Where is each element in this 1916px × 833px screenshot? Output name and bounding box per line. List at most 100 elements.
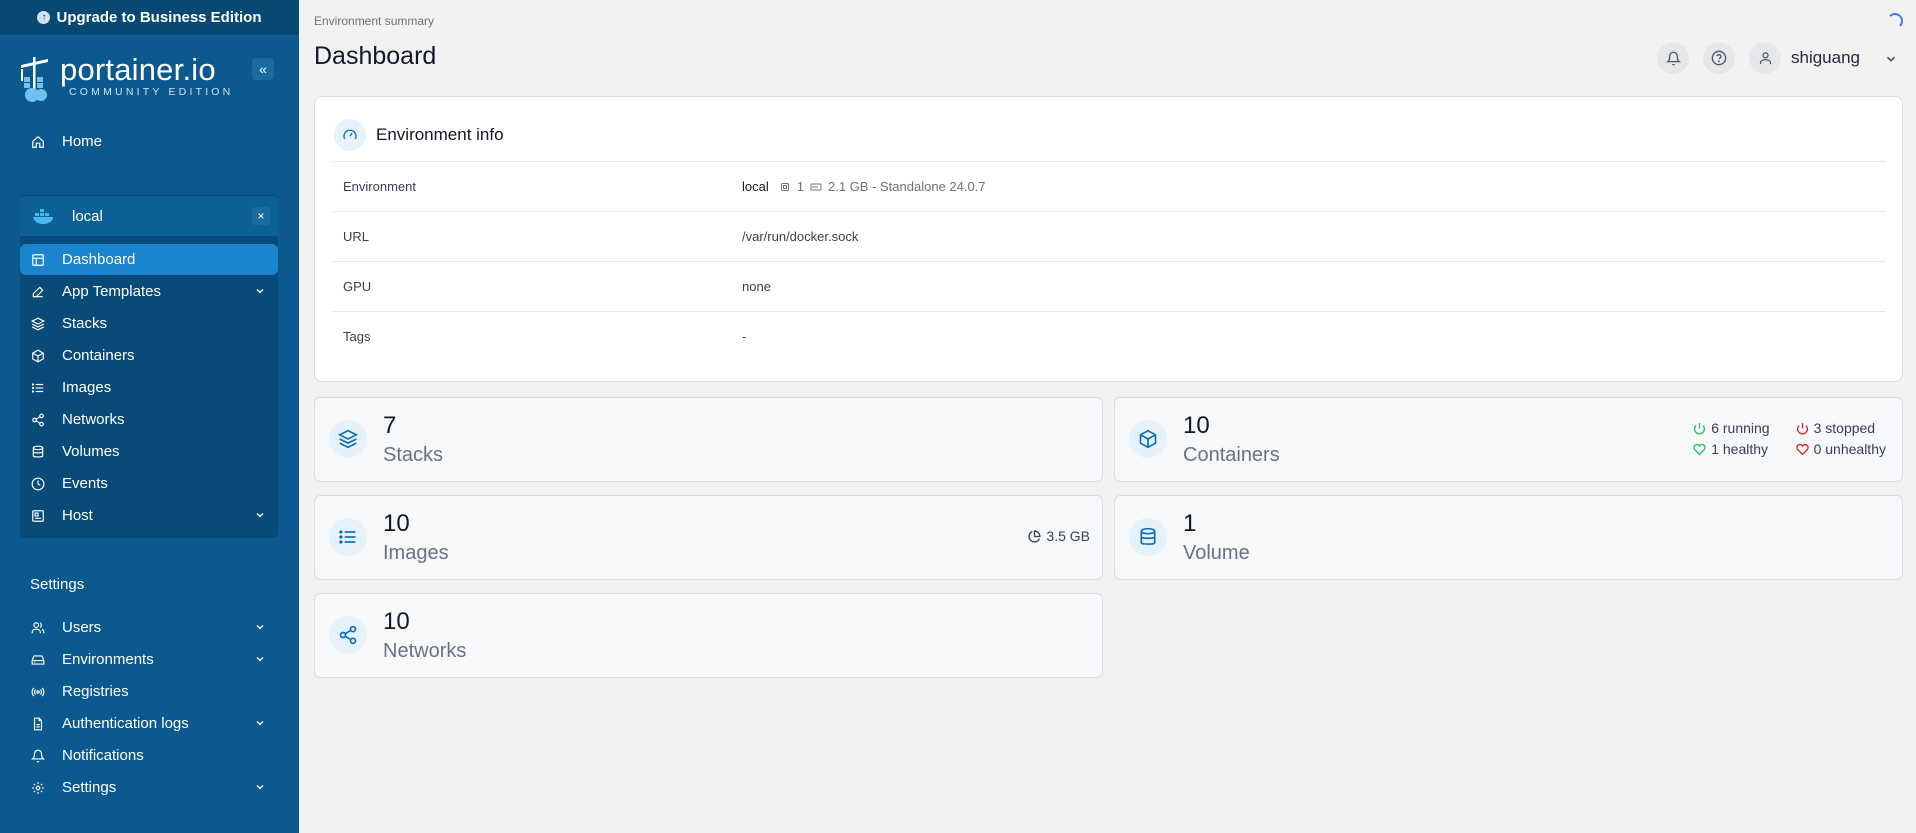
chevron-down-icon <box>256 657 264 662</box>
networks-label: Networks <box>383 640 467 662</box>
upgrade-label: Upgrade to Business Edition <box>56 8 262 26</box>
networks-tile[interactable]: 10 Networks <box>314 593 1103 678</box>
docker-icon <box>32 207 56 225</box>
environment-info-card: Environment info Environment local 1 2.1… <box>314 96 1903 382</box>
heart-icon <box>1693 443 1706 455</box>
running-badge: 6 running <box>1693 420 1770 436</box>
brand-edition: COMMUNITY EDITION <box>69 86 234 98</box>
page-title: Dashboard <box>314 42 437 70</box>
sidebar-item-events[interactable]: Events <box>20 468 278 499</box>
memory-info: 2.1 GB - Standalone 24.0.7 <box>827 179 986 194</box>
chevron-down-icon <box>256 625 264 630</box>
sidebar-item-registries[interactable]: Registries <box>20 676 278 707</box>
clock-icon <box>30 476 46 492</box>
upgrade-banner[interactable]: ↑ Upgrade to Business Edition <box>0 0 299 35</box>
bell-icon <box>30 748 46 764</box>
memory-icon <box>810 183 822 190</box>
chevron-down-icon[interactable] <box>1884 52 1898 66</box>
environment-header: local × <box>20 196 278 236</box>
power-icon <box>1796 422 1808 434</box>
containers-tile[interactable]: 10 Containers 6 running 3 stopped 1 heal… <box>1114 397 1903 482</box>
sidebar-item-dashboard[interactable]: Dashboard <box>20 244 278 275</box>
environment-value: local <box>742 179 769 194</box>
close-icon: × <box>257 209 265 223</box>
info-row-environment: Environment local 1 2.1 GB - Standalone … <box>333 161 1886 211</box>
info-key: Tags <box>343 329 371 344</box>
stacks-tile[interactable]: 7 Stacks <box>314 397 1103 482</box>
containers-label: Containers <box>1183 444 1280 466</box>
chevron-down-icon <box>256 721 264 726</box>
users-icon <box>30 620 46 636</box>
images-tile[interactable]: 10 Images 3.5 GB <box>314 495 1103 580</box>
sidebar-item-networks[interactable]: Networks <box>20 404 278 435</box>
help-circle-icon <box>1711 50 1727 66</box>
sidebar-item-label: Images <box>62 379 112 396</box>
sidebar-item-notifications[interactable]: Notifications <box>20 740 278 771</box>
sidebar-item-label: Users <box>62 619 102 636</box>
sidebar-item-label: Dashboard <box>62 251 136 268</box>
help-button[interactable] <box>1703 42 1735 74</box>
sidebar-item-host[interactable]: Host <box>20 500 278 531</box>
unhealthy-badge: 0 unhealthy <box>1795 441 1886 457</box>
radio-icon <box>30 684 46 700</box>
container-status-badges: 6 running 3 stopped 1 healthy 0 unhealth… <box>1693 420 1886 457</box>
info-key: GPU <box>343 279 372 294</box>
chevron-down-icon <box>256 513 264 518</box>
user-avatar[interactable] <box>1749 42 1781 74</box>
username[interactable]: shiguang <box>1791 48 1860 68</box>
stopped-badge: 3 stopped <box>1796 420 1886 436</box>
database-icon <box>1129 518 1167 556</box>
file-icon <box>30 716 46 732</box>
sidebar-item-label: App Templates <box>62 283 161 300</box>
sidebar-item-label: Authentication logs <box>62 715 189 732</box>
containers-count: 10 <box>1183 412 1210 439</box>
heart-icon <box>1795 443 1809 455</box>
sidebar-item-label: Stacks <box>62 315 108 332</box>
environment-info-title: Environment info <box>334 119 504 151</box>
bell-icon <box>1665 51 1681 65</box>
sidebar-item-label: Events <box>62 475 108 492</box>
images-count: 10 <box>383 510 410 537</box>
sidebar-item-images[interactable]: Images <box>20 372 278 403</box>
close-environment-button[interactable]: × <box>252 207 270 225</box>
sidebar-item-label: Host <box>62 507 93 524</box>
box-icon <box>30 348 46 364</box>
edit-icon <box>30 284 46 300</box>
sidebar-item-environments[interactable]: Environments <box>20 644 278 675</box>
info-value: /var/run/docker.sock <box>742 229 859 244</box>
environment-name: local <box>72 207 103 225</box>
info-key: Environment <box>343 179 416 194</box>
gear-icon <box>30 780 46 796</box>
sidebar-item-users[interactable]: Users <box>20 612 278 643</box>
collapse-sidebar-button[interactable]: « <box>252 58 274 80</box>
main-content: Environment summary Dashboard shiguang E… <box>299 0 1916 833</box>
sidebar-item-containers[interactable]: Containers <box>20 340 278 371</box>
sidebar-item-authentication-logs[interactable]: Authentication logs <box>20 708 278 739</box>
sidebar-item-settings[interactable]: Settings <box>20 772 278 803</box>
chevron-down-icon <box>256 289 264 294</box>
volumes-tile[interactable]: 1 Volume <box>1114 495 1903 580</box>
chevron-down-icon <box>256 785 264 790</box>
sidebar-item-label: Containers <box>62 347 135 364</box>
sidebar-item-label: Registries <box>62 683 129 700</box>
sidebar: ↑ Upgrade to Business Edition portainer.… <box>0 0 299 833</box>
portainer-logo-icon <box>21 57 48 102</box>
sidebar-item-volumes[interactable]: Volumes <box>20 436 278 467</box>
stacks-count: 7 <box>383 412 397 439</box>
layers-icon <box>30 316 46 332</box>
box-icon <box>1129 420 1167 458</box>
sidebar-item-home[interactable]: Home <box>20 126 278 157</box>
power-icon <box>1694 422 1706 434</box>
healthy-badge: 1 healthy <box>1693 441 1769 457</box>
sidebar-item-app-templates[interactable]: App Templates <box>20 276 278 307</box>
brand-logo[interactable]: portainer.io COMMUNITY EDITION <box>18 54 234 103</box>
list-icon <box>329 518 367 556</box>
images-label: Images <box>383 542 449 564</box>
info-value: none <box>742 279 771 294</box>
dashboard-icon <box>30 252 46 268</box>
sidebar-item-stacks[interactable]: Stacks <box>20 308 278 339</box>
breadcrumb[interactable]: Environment summary <box>314 14 434 28</box>
volumes-label: Volume <box>1183 542 1250 564</box>
notifications-button[interactable] <box>1657 42 1689 74</box>
cpu-count: 1 <box>796 179 804 194</box>
